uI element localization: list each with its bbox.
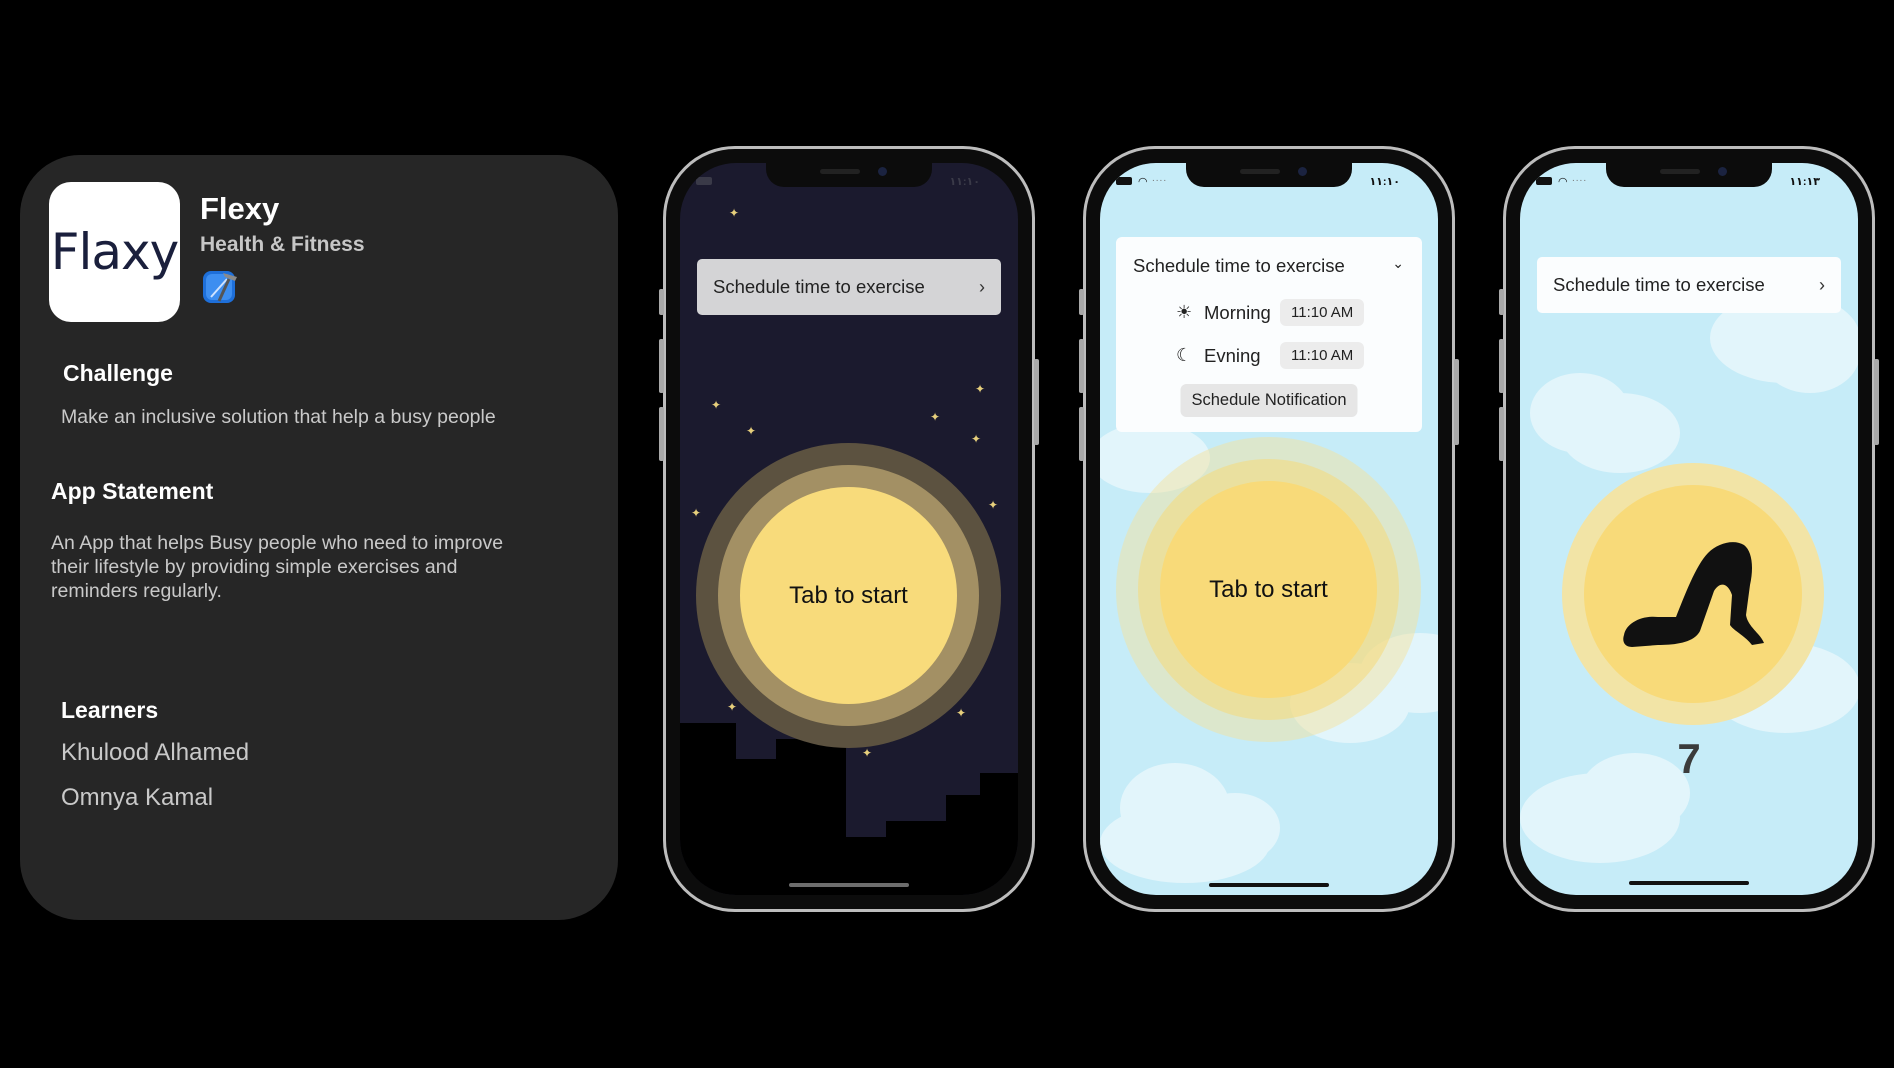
star-icon: ✦	[729, 206, 740, 220]
phone-mockup-exercise: ◠ .... ١١:١٣ 7 Schedule time to exercise…	[1499, 146, 1879, 912]
schedule-label: Schedule time to exercise	[713, 276, 925, 297]
status-time: ١١:١٣	[1789, 176, 1820, 188]
status-bar: ◠ .... ١١:١٠	[1100, 173, 1438, 189]
xcode-icon	[203, 271, 237, 303]
yoga-plow-pose-icon	[1623, 542, 1764, 647]
star-icon: ✦	[862, 746, 873, 760]
moon-icon: ☾	[1176, 345, 1193, 365]
star-icon: ✦	[691, 506, 702, 520]
app-name: Flexy	[200, 191, 280, 226]
schedule-label[interactable]: Schedule time to exercise	[1133, 255, 1345, 277]
phone-mockup-schedule: ◠ .... ١١:١٠ Tab to start Schedule time …	[1079, 146, 1459, 912]
app-icon: Flaxy	[49, 182, 180, 322]
status-time: ١١:١٠	[949, 176, 980, 188]
morning-row: ☀ Morning 11:10 AM	[1176, 299, 1365, 326]
statement-text: An App that helps Busy people who need t…	[51, 532, 504, 602]
learners-heading: Learners	[61, 697, 159, 723]
learner-name: Khulood Alhamed	[61, 739, 250, 766]
wifi-icon: ◠	[1558, 176, 1568, 188]
morning-label: Morning	[1204, 301, 1271, 323]
morning-time-picker[interactable]: 11:10 AM	[1280, 299, 1365, 326]
home-indicator[interactable]	[789, 883, 909, 887]
home-indicator[interactable]	[1629, 881, 1749, 885]
start-label: Tab to start	[789, 581, 908, 609]
star-icon: ✦	[727, 700, 738, 714]
start-button[interactable]: Tab to start	[740, 487, 957, 704]
phone-screen: ١١:١٠ ✦ ✦ ✦ ✦ ✦ ✦ ✦ ✦ ✦ ✦ ✦ Tab to start…	[680, 163, 1018, 895]
sun-icon: ☀	[1176, 302, 1193, 322]
phone-screen: ◠ .... ١١:١٣ 7 Schedule time to exercise…	[1520, 163, 1858, 895]
phone-mockup-night: ١١:١٠ ✦ ✦ ✦ ✦ ✦ ✦ ✦ ✦ ✦ ✦ ✦ Tab to start…	[659, 146, 1039, 912]
schedule-time-button[interactable]: Schedule time to exercise ›	[697, 259, 1001, 315]
schedule-dropdown: Schedule time to exercise ⌄ ☀ Morning 11…	[1116, 237, 1422, 432]
evening-row: ☾ Evning 11:10 AM	[1176, 342, 1365, 369]
star-icon: ✦	[746, 424, 757, 438]
wifi-icon: ◠	[1138, 176, 1148, 188]
app-category: Health & Fitness	[200, 233, 365, 256]
home-indicator[interactable]	[1209, 883, 1329, 887]
schedule-time-button[interactable]: Schedule time to exercise ›	[1537, 257, 1841, 313]
schedule-notification-button[interactable]: Schedule Notification	[1180, 384, 1358, 417]
evening-time-picker[interactable]: 11:10 AM	[1280, 342, 1365, 369]
chevron-down-icon[interactable]: ⌄	[1392, 255, 1404, 272]
start-label: Tab to start	[1209, 575, 1328, 603]
status-bar: ◠ .... ١١:١٣	[1520, 173, 1858, 189]
exercise-counter: 7	[1677, 735, 1701, 782]
learner-name: Omnya Kamal	[61, 784, 214, 811]
schedule-label: Schedule time to exercise	[1553, 274, 1765, 295]
evening-label: Evning	[1204, 344, 1261, 366]
challenge-text: Make an inclusive solution that help a b…	[61, 406, 496, 428]
star-icon: ✦	[975, 382, 986, 396]
exercise-sun	[1584, 485, 1802, 703]
star-icon: ✦	[988, 498, 999, 512]
chevron-right-icon: ›	[1819, 274, 1825, 295]
app-logo: Flaxy	[50, 223, 179, 281]
app-info-card: Flaxy Flexy Health & Fitness Challenge M…	[20, 155, 618, 920]
status-time: ١١:١٠	[1369, 176, 1400, 188]
star-icon: ✦	[711, 398, 722, 412]
phone-screen: ◠ .... ١١:١٠ Tab to start Schedule time …	[1100, 163, 1438, 895]
start-button[interactable]: Tab to start	[1160, 481, 1377, 698]
star-icon: ✦	[971, 432, 982, 446]
status-bar: ١١:١٠	[680, 175, 1018, 189]
challenge-heading: Challenge	[63, 360, 173, 386]
chevron-right-icon: ›	[979, 276, 985, 297]
statement-heading: App Statement	[51, 478, 214, 504]
star-icon: ✦	[930, 410, 941, 424]
star-icon: ✦	[956, 706, 967, 720]
